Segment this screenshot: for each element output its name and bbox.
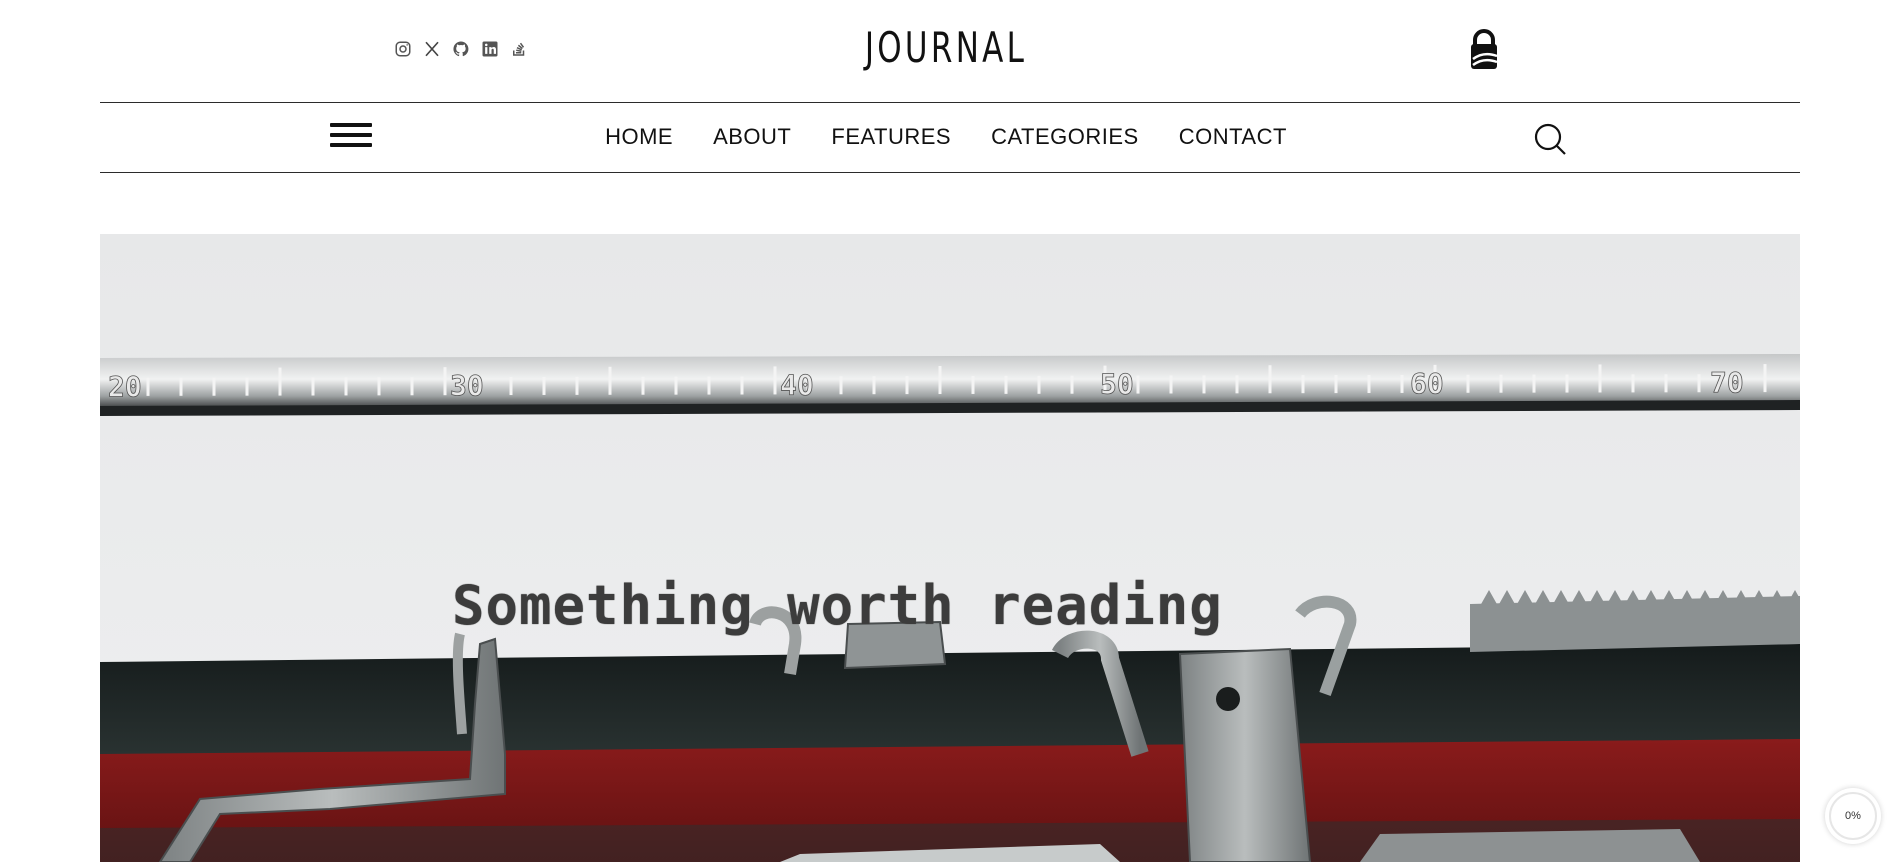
main-nav: HOME ABOUT FEATURES CATEGORIES CONTACT	[0, 124, 1892, 150]
header-divider-bottom	[100, 172, 1800, 173]
padlock-user-icon[interactable]	[1467, 29, 1501, 71]
ruler-number: 40	[780, 368, 814, 401]
nav-item-home[interactable]: HOME	[585, 124, 693, 150]
header-divider-top	[100, 102, 1800, 103]
nav-item-about[interactable]: ABOUT	[693, 124, 811, 150]
page: JOURNAL HOME ABOUT FEATURES CATEGORIES C…	[0, 0, 1892, 862]
ruler-number: 70	[1710, 366, 1744, 399]
progress-percent: 0%	[1845, 810, 1861, 822]
ruler-number: 30	[450, 369, 484, 402]
reading-progress-indicator[interactable]: 0%	[1825, 788, 1881, 844]
nav-item-categories[interactable]: CATEGORIES	[971, 124, 1159, 150]
nav-item-features[interactable]: FEATURES	[811, 124, 971, 150]
nav-item-contact[interactable]: CONTACT	[1159, 124, 1307, 150]
ruler-number: 50	[1100, 368, 1134, 401]
hero-typed-text: Something worth reading	[452, 574, 1223, 637]
ruler-number: 60	[1410, 367, 1444, 400]
hero-image: 20 30 40 50 60 70 Something worth reading	[100, 234, 1800, 862]
search-icon[interactable]	[1533, 122, 1567, 156]
top-bar: JOURNAL	[0, 0, 1892, 102]
ruler-number: 20	[108, 370, 142, 403]
